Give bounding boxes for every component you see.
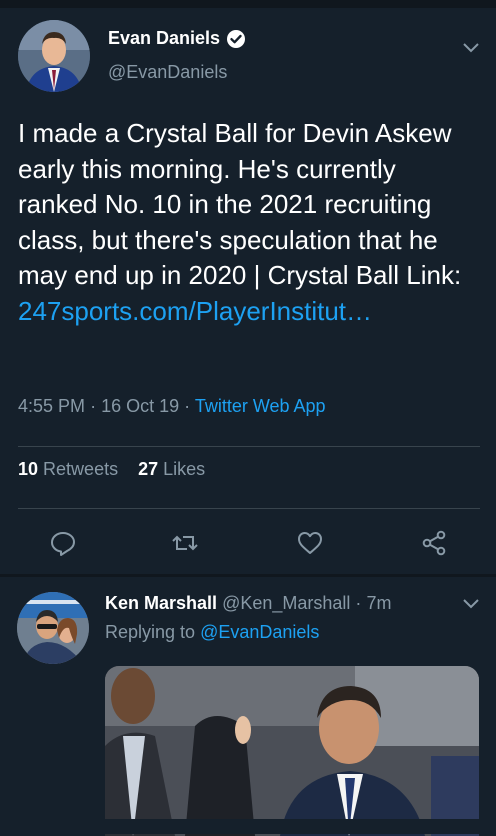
reply-handle[interactable]: @Ken_Marshall (222, 593, 350, 613)
status-bar-strip (0, 0, 496, 8)
retweets-label: Retweets (43, 459, 119, 479)
retweet-icon[interactable] (170, 528, 200, 558)
likes-count: 27 (138, 459, 159, 479)
tweet-stats: 10 Retweets 27 Likes (18, 459, 205, 480)
tweet-source[interactable]: Twitter Web App (195, 396, 326, 416)
replying-mention[interactable]: @EvanDaniels (200, 622, 319, 642)
author-display-name[interactable]: Evan Daniels (108, 28, 220, 49)
verified-badge-icon (227, 29, 246, 48)
share-icon[interactable] (419, 528, 449, 558)
replying-prefix: Replying to (105, 622, 196, 642)
like-icon[interactable] (295, 528, 325, 558)
reply-avatar[interactable] (17, 592, 89, 664)
likes-label: Likes (163, 459, 206, 479)
tweet-meta: 4:55 PM · 16 Oct 19 · Twitter Web App (18, 396, 326, 417)
chevron-down-icon[interactable] (462, 42, 480, 54)
section-separator (0, 574, 496, 577)
divider (18, 446, 480, 447)
likes-stat[interactable]: 27 Likes (138, 459, 205, 479)
meta-dot-2: · (184, 396, 191, 416)
tweet-actions (0, 528, 496, 558)
reply-media-image[interactable] (105, 666, 479, 836)
chevron-down-icon[interactable] (462, 598, 480, 610)
tweet-date: 16 Oct 19 (101, 396, 180, 416)
tweet-body: I made a Crystal Ball for Devin Askew ea… (18, 116, 480, 329)
retweets-stat[interactable]: 10 Retweets (18, 459, 118, 479)
tweet-link[interactable]: 247sports.com/PlayerInstitut… (18, 296, 372, 326)
author-handle[interactable]: @EvanDaniels (108, 62, 227, 83)
reply-header: Ken Marshall @Ken_Marshall · 7m (105, 593, 391, 614)
tweet-text: I made a Crystal Ball for Devin Askew ea… (18, 118, 469, 290)
bottom-nav-strip (0, 819, 496, 834)
divider (18, 508, 480, 509)
avatar[interactable] (18, 20, 90, 92)
reply-display-name[interactable]: Ken Marshall (105, 593, 217, 613)
reply-dot: · (355, 593, 362, 613)
replying-to: Replying to @EvanDaniels (105, 622, 319, 643)
retweets-count: 10 (18, 459, 39, 479)
reply-icon[interactable] (48, 528, 78, 558)
reply-age: 7m (366, 593, 392, 613)
tweet-time: 4:55 PM (18, 396, 86, 416)
meta-dot-1: · (90, 396, 97, 416)
